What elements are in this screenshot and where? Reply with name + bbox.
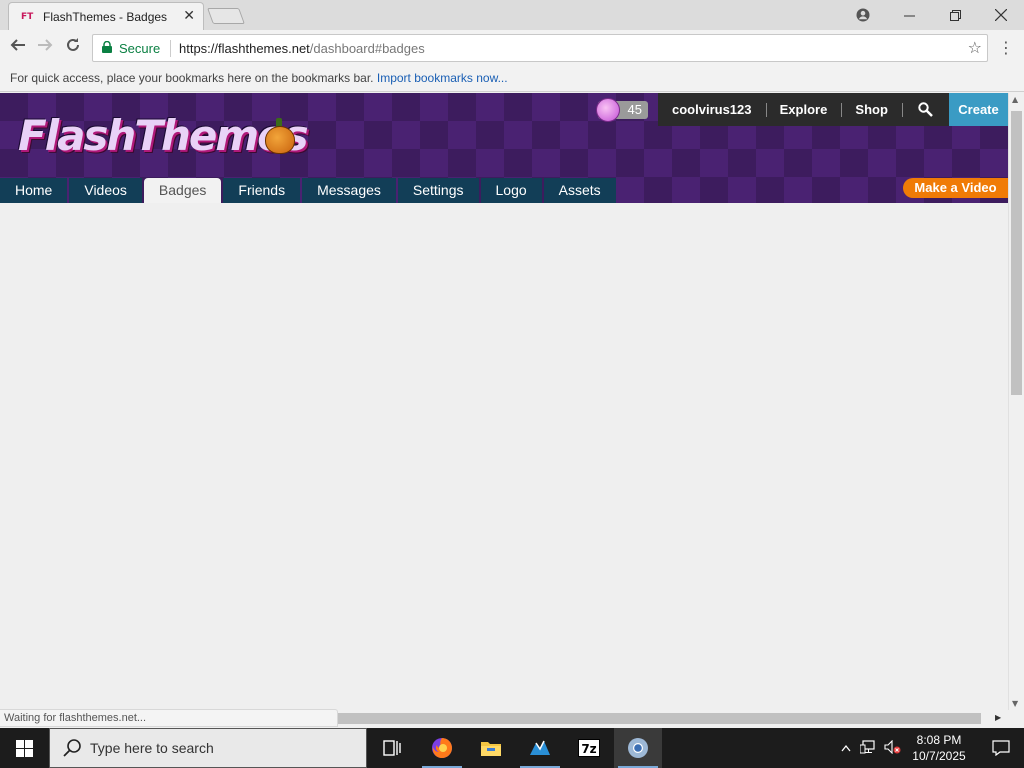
flashthemes-logo[interactable]: FlashThemes bbox=[18, 111, 309, 160]
browser-toolbar: Secure https://flashthemes.net/dashboard… bbox=[0, 30, 1024, 66]
forward-button[interactable] bbox=[33, 36, 57, 60]
window-close-button[interactable] bbox=[978, 0, 1024, 30]
windows-taskbar: Type here to search 7z 8:08 PM 10/7/2025 bbox=[0, 728, 1024, 768]
bookmarks-hint: For quick access, place your bookmarks h… bbox=[10, 71, 374, 85]
chrome-taskbar-icon[interactable] bbox=[614, 728, 662, 768]
action-center-icon[interactable] bbox=[978, 728, 1024, 768]
import-bookmarks-link[interactable]: Import bookmarks now... bbox=[377, 71, 508, 85]
bookmark-star-icon[interactable]: ☆ bbox=[968, 38, 982, 57]
url-path: /dashboard#badges bbox=[309, 41, 425, 56]
account-icon[interactable] bbox=[840, 0, 886, 30]
volume-muted-icon[interactable] bbox=[884, 739, 902, 757]
tab-badges[interactable]: Badges bbox=[143, 178, 222, 203]
coin-count: 45 bbox=[627, 102, 642, 117]
loading-status: Waiting for flashthemes.net... bbox=[0, 709, 338, 727]
explore-link[interactable]: Explore bbox=[766, 102, 842, 117]
tab-messages[interactable]: Messages bbox=[302, 178, 396, 203]
gocoin-icon bbox=[596, 98, 620, 122]
vertical-scrollbar[interactable]: ▲ ▼ bbox=[1008, 93, 1024, 710]
tab-friends[interactable]: Friends bbox=[223, 178, 301, 203]
tab-videos[interactable]: Videos bbox=[69, 178, 142, 203]
bookmarks-bar: For quick access, place your bookmarks h… bbox=[0, 66, 1024, 92]
lock-icon bbox=[102, 41, 112, 53]
page-viewport: FlashThemes 45 coolvirus123 Explore Shop… bbox=[0, 93, 1008, 710]
site-header: FlashThemes 45 coolvirus123 Explore Shop… bbox=[0, 93, 1008, 203]
clock-time: 8:08 PM bbox=[916, 733, 962, 747]
horizontal-scroll-thumb[interactable] bbox=[338, 713, 981, 724]
pumpkin-icon bbox=[265, 126, 295, 154]
tab-settings[interactable]: Settings bbox=[397, 178, 479, 203]
windows-logo-icon bbox=[15, 739, 33, 757]
7zip-taskbar-icon[interactable]: 7z bbox=[565, 728, 613, 768]
browser-menu-icon[interactable]: ⋮ bbox=[996, 36, 1016, 60]
show-hidden-icons-chevron-icon[interactable] bbox=[838, 741, 854, 755]
search-icon bbox=[63, 739, 81, 757]
new-tab-button[interactable] bbox=[207, 8, 245, 24]
tab-logo[interactable]: Logo bbox=[480, 178, 542, 203]
restore-button[interactable] bbox=[932, 0, 978, 30]
site-search-icon[interactable] bbox=[902, 102, 949, 117]
make-a-video-button[interactable]: Make a Video bbox=[903, 178, 1008, 198]
create-button[interactable]: Create bbox=[949, 93, 1008, 126]
url-text: https://flashthemes.net/dashboard#badges bbox=[179, 41, 425, 56]
7zip-logo: 7z bbox=[578, 739, 600, 757]
address-bar[interactable]: Secure https://flashthemes.net/dashboard… bbox=[92, 34, 988, 62]
start-button[interactable] bbox=[0, 728, 48, 768]
reload-button[interactable] bbox=[61, 36, 85, 60]
user-nav: coolvirus123 Explore Shop bbox=[658, 93, 949, 126]
tab-title: FlashThemes - Badges bbox=[43, 10, 168, 24]
taskbar-clock[interactable]: 8:08 PM 10/7/2025 bbox=[904, 732, 974, 764]
taskbar-search-box[interactable]: Type here to search bbox=[49, 728, 367, 768]
clock-date: 10/7/2025 bbox=[912, 749, 966, 763]
file-explorer-taskbar-icon[interactable] bbox=[467, 728, 515, 768]
search-placeholder: Type here to search bbox=[90, 740, 214, 756]
username-link[interactable]: coolvirus123 bbox=[658, 102, 766, 117]
flashthemes-favicon-icon: FT bbox=[21, 12, 34, 22]
scroll-right-arrow-icon[interactable]: ▶ bbox=[995, 713, 1001, 722]
vertical-scroll-thumb[interactable] bbox=[1011, 111, 1022, 395]
coin-balance[interactable]: 45 bbox=[596, 98, 648, 122]
tab-assets[interactable]: Assets bbox=[543, 178, 616, 203]
omnibox-separator bbox=[170, 40, 171, 57]
visual-studio-taskbar-icon[interactable] bbox=[516, 728, 564, 768]
firefox-taskbar-icon[interactable] bbox=[418, 728, 466, 768]
task-view-button[interactable] bbox=[368, 728, 416, 768]
network-icon[interactable] bbox=[859, 739, 876, 757]
system-tray bbox=[838, 728, 902, 768]
scroll-down-arrow-icon[interactable]: ▼ bbox=[1012, 699, 1018, 708]
secure-label: Secure bbox=[119, 41, 161, 56]
browser-tab-active[interactable]: FT FlashThemes - Badges ✕ bbox=[8, 2, 204, 30]
shop-link[interactable]: Shop bbox=[841, 102, 902, 117]
scroll-up-arrow-icon[interactable]: ▲ bbox=[1012, 95, 1018, 104]
bookmarks-bar-message: For quick access, place your bookmarks h… bbox=[10, 71, 508, 85]
url-base: https://flashthemes.net bbox=[179, 41, 310, 56]
browser-tabstrip: FT FlashThemes - Badges ✕ bbox=[0, 0, 1024, 30]
tab-close-icon[interactable]: ✕ bbox=[183, 8, 195, 24]
minimize-button[interactable] bbox=[886, 0, 932, 30]
tab-home[interactable]: Home bbox=[0, 178, 68, 203]
back-button[interactable] bbox=[6, 36, 30, 60]
dashboard-tabs: Home Videos Badges Friends Messages Sett… bbox=[0, 178, 618, 203]
